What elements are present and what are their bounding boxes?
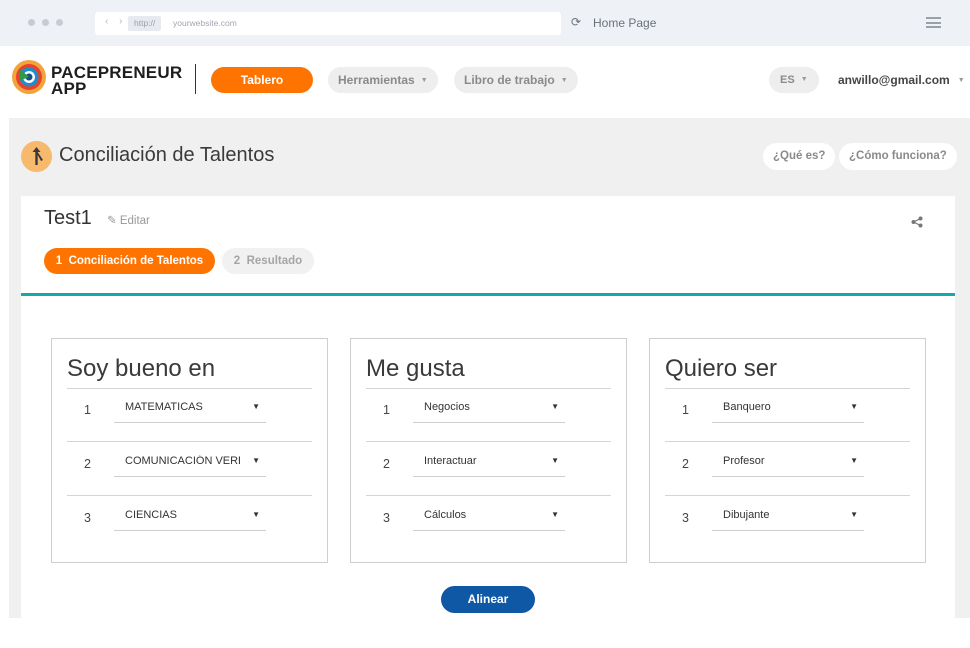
app-header: PACEPRENEUR APP Tablero Herramientas ▼ Li… — [0, 46, 970, 118]
header-divider — [195, 64, 196, 94]
select-value: Banquero — [723, 401, 771, 413]
select-field[interactable]: Dibujante ▼ — [712, 496, 864, 531]
column-soy-bueno-en: Soy bueno en 1 MATEMATICAS ▼ 2 COMUNICACI… — [51, 338, 328, 563]
alinear-button[interactable]: Alinear — [441, 586, 535, 613]
caret-down-icon: ▼ — [850, 510, 858, 519]
window-dot[interactable] — [42, 19, 49, 26]
select-value: MATEMATICAS — [125, 401, 203, 413]
select-field[interactable]: Banquero ▼ — [712, 388, 864, 423]
select-value: Profesor — [723, 455, 765, 467]
step-label: Resultado — [246, 255, 303, 267]
caret-down-icon: ▼ — [850, 402, 858, 411]
column-title: Soy bueno en — [67, 355, 216, 382]
step-tab-2[interactable]: 2 Resultado — [222, 248, 314, 274]
reload-icon[interactable]: ⟳ — [571, 16, 581, 28]
language-dropdown[interactable]: ES ▼ — [769, 67, 819, 93]
edit-link[interactable]: ✎ Editar — [107, 213, 150, 227]
column-title: Quiero ser — [665, 355, 778, 382]
row-number: 3 — [84, 511, 91, 525]
select-field[interactable]: CIENCIAS ▼ — [114, 496, 266, 531]
edit-icon: ✎ — [107, 215, 117, 227]
nav-herramientas-label: Herramientas — [338, 73, 415, 87]
caret-down-icon: ▼ — [957, 77, 965, 85]
select-value: Dibujante — [723, 509, 770, 521]
step-label: Conciliación de Talentos — [68, 255, 204, 267]
row-number: 1 — [84, 403, 91, 417]
select-field[interactable]: COMUNICACIÓN VERBAL ▼ — [114, 442, 266, 477]
column-title: Me gusta — [366, 355, 465, 382]
caret-down-icon: ▼ — [551, 456, 559, 465]
column-quiero-ser: Quiero ser 1 Banquero ▼ 2 Profesor ▼ 3 Dib… — [649, 338, 926, 563]
logo-text[interactable]: PACEPRENEUR APP — [51, 64, 182, 98]
como-funciona-button[interactable]: ¿Cómo funciona? — [839, 143, 957, 170]
home-page-link[interactable]: Home Page — [593, 16, 656, 30]
select-field[interactable]: Profesor ▼ — [712, 442, 864, 477]
nav-tablero-button[interactable]: Tablero — [211, 67, 313, 93]
select-field[interactable]: MATEMATICAS ▼ — [114, 388, 266, 423]
address-bar[interactable]: ‹ › http:// yourwebsite.com — [95, 12, 561, 35]
url-protocol: http:// — [128, 16, 162, 31]
step-tab-1[interactable]: 1 Conciliación de Talentos — [44, 248, 215, 274]
progress-line — [21, 293, 955, 296]
select-value: COMUNICACIÓN VERBAL — [125, 455, 240, 467]
talent-arrow-icon — [21, 141, 52, 172]
user-email: anwillo@gmail.com — [838, 73, 950, 87]
logo-line-2: APP — [51, 79, 87, 98]
edit-label: Editar — [119, 215, 150, 227]
select-field[interactable]: Interactuar ▼ — [413, 442, 565, 477]
caret-down-icon: ▼ — [560, 76, 568, 84]
row-number: 3 — [682, 511, 689, 525]
select-value: Negocios — [424, 401, 470, 413]
page-title: Conciliación de Talentos — [59, 144, 275, 166]
content-card: Test1 ✎ Editar 1 Conciliación de Talento… — [21, 196, 955, 618]
card-title: Test1 — [44, 207, 92, 229]
row-number: 2 — [84, 457, 91, 471]
row-number: 1 — [383, 403, 390, 417]
nav-herramientas-dropdown[interactable]: Herramientas ▼ — [328, 67, 438, 93]
back-forward-icon[interactable]: ‹ › — [105, 16, 126, 27]
caret-down-icon: ▼ — [551, 402, 559, 411]
nav-libro-label: Libro de trabajo — [464, 73, 555, 87]
select-field[interactable]: Cálculos ▼ — [413, 496, 565, 531]
url-text[interactable]: yourwebsite.com — [173, 18, 237, 28]
row-number: 2 — [682, 457, 689, 471]
caret-down-icon: ▼ — [850, 456, 858, 465]
caret-down-icon: ▼ — [551, 510, 559, 519]
window-dot[interactable] — [28, 19, 35, 26]
caret-down-icon: ▼ — [252, 456, 260, 465]
row-number: 3 — [383, 511, 390, 525]
user-menu[interactable]: anwillo@gmail.com ▼ — [838, 73, 965, 87]
language-label: ES — [780, 74, 795, 86]
caret-down-icon: ▼ — [252, 402, 260, 411]
window-controls — [28, 19, 63, 26]
select-value: Interactuar — [424, 455, 477, 467]
step-number: 1 — [55, 255, 63, 267]
hamburger-menu-icon[interactable] — [926, 17, 941, 28]
nav-libro-dropdown[interactable]: Libro de trabajo ▼ — [454, 67, 578, 93]
select-value: CIENCIAS — [125, 509, 177, 521]
window-dot[interactable] — [56, 19, 63, 26]
row-number: 1 — [682, 403, 689, 417]
caret-down-icon: ▼ — [252, 510, 260, 519]
logo-icon[interactable] — [11, 59, 47, 95]
select-value: Cálculos — [424, 509, 467, 521]
caret-down-icon: ▼ — [800, 76, 808, 84]
column-me-gusta: Me gusta 1 Negocios ▼ 2 Interactuar ▼ 3 Cá… — [350, 338, 627, 563]
caret-down-icon: ▼ — [420, 76, 428, 84]
step-number: 2 — [233, 255, 241, 267]
browser-bar: ‹ › http:// yourwebsite.com ⟳ Home Page — [0, 0, 970, 46]
share-icon[interactable] — [911, 216, 923, 228]
select-field[interactable]: Negocios ▼ — [413, 388, 565, 423]
row-number: 2 — [383, 457, 390, 471]
que-es-button[interactable]: ¿Qué es? — [763, 143, 836, 170]
main-area: Conciliación de Talentos ¿Qué es? ¿Cómo … — [9, 118, 970, 618]
